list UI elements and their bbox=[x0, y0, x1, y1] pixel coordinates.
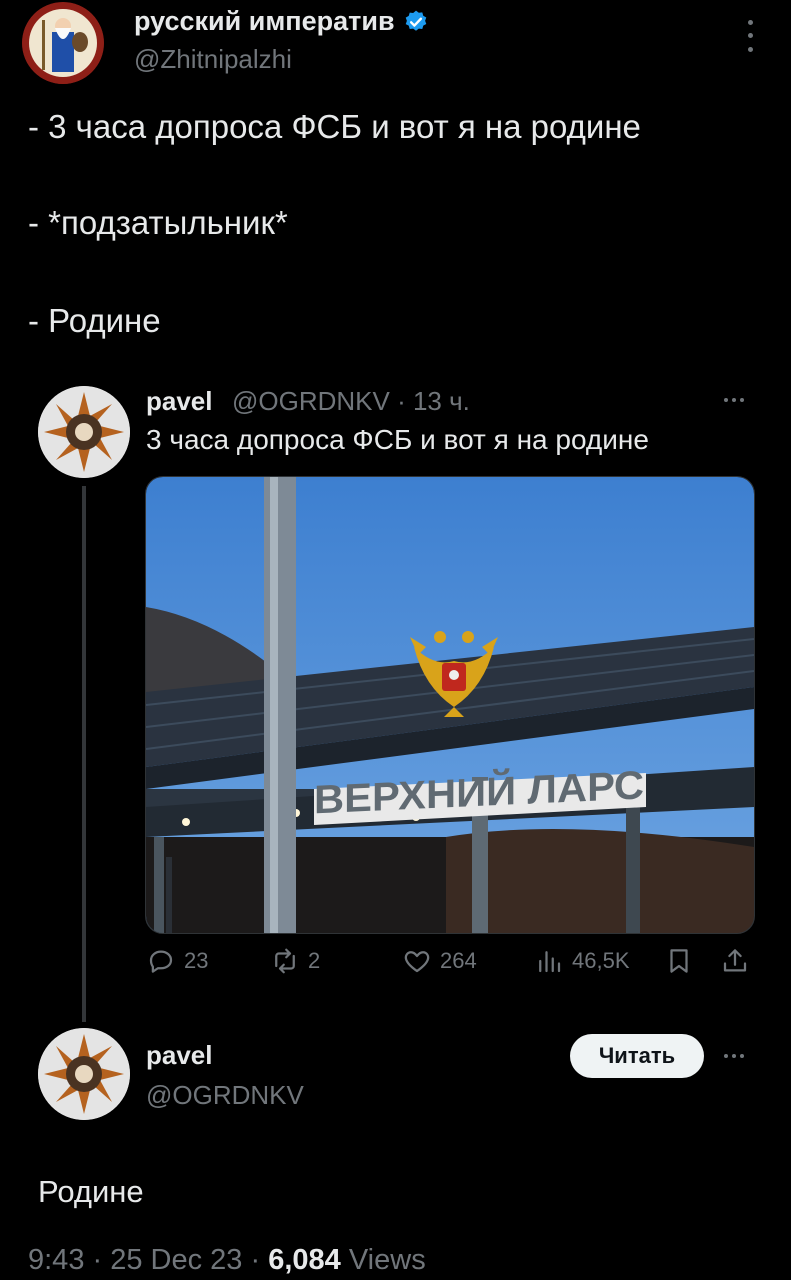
author-handle[interactable]: @Zhitnipalzhi bbox=[134, 44, 292, 75]
tweet-screen: русский императив @Zhitnipalzhi - 3 часа… bbox=[0, 0, 791, 1280]
more-options-icon[interactable] bbox=[738, 16, 762, 56]
quoted-author-name[interactable]: pavel bbox=[146, 386, 213, 417]
quoted-more-icon[interactable] bbox=[724, 398, 744, 402]
like-count: 264 bbox=[440, 948, 477, 973]
action-bar: 23 2 264 46,5K bbox=[146, 946, 756, 986]
reply-action[interactable]: 23 bbox=[146, 946, 208, 976]
reply-author-name[interactable]: pavel bbox=[146, 1040, 213, 1071]
share-icon bbox=[723, 949, 747, 972]
views-chart-icon bbox=[539, 951, 561, 973]
views-count: 46,5K bbox=[572, 948, 630, 973]
post-time[interactable]: 9:43 bbox=[28, 1244, 84, 1276]
reply-count: 23 bbox=[184, 948, 209, 973]
quoted-author-avatar[interactable] bbox=[38, 386, 130, 478]
post-date[interactable]: 25 Dec 23 bbox=[110, 1244, 242, 1276]
thread-line bbox=[82, 486, 86, 1022]
post-line-1: - 3 часа допроса ФСБ и вот я на родине bbox=[28, 108, 641, 145]
views-total: 6,084 bbox=[268, 1244, 341, 1276]
share-action[interactable] bbox=[720, 946, 750, 976]
post-line-2: - *подзатыльник* bbox=[28, 204, 288, 241]
author-avatar[interactable] bbox=[22, 2, 104, 84]
verified-badge-icon bbox=[405, 10, 426, 31]
author-name-row[interactable]: русский императив bbox=[134, 6, 429, 37]
views-label: Views bbox=[348, 1244, 426, 1276]
author-name[interactable]: русский императив bbox=[134, 6, 395, 37]
repost-count: 2 bbox=[308, 948, 321, 973]
read-button[interactable]: Читать bbox=[570, 1034, 704, 1078]
quoted-time: · 13 ч. bbox=[397, 386, 470, 416]
post-metadata: 9:43 · 25 Dec 23 · 6,084 Views bbox=[28, 1244, 426, 1276]
reply-author-avatar[interactable] bbox=[38, 1028, 130, 1120]
reply-author-handle[interactable]: @OGRDNKV bbox=[146, 1080, 304, 1111]
quoted-text: 3 часа допроса ФСБ и вот я на родине bbox=[146, 424, 649, 455]
bookmark-icon bbox=[670, 949, 688, 973]
repost-action[interactable]: 2 bbox=[270, 946, 320, 976]
reply-more-icon[interactable] bbox=[724, 1054, 744, 1058]
views-action[interactable]: 46,5K bbox=[534, 946, 630, 976]
reply-icon bbox=[149, 950, 173, 973]
bookmark-action[interactable] bbox=[664, 946, 694, 976]
like-action[interactable]: 264 bbox=[402, 946, 477, 976]
repost-icon bbox=[275, 948, 295, 974]
post-line-3: - Родине bbox=[28, 302, 161, 339]
heart-icon bbox=[404, 951, 430, 973]
reply-text: Родине bbox=[38, 1174, 144, 1209]
quoted-meta: @OGRDNKV · 13 ч. bbox=[232, 386, 470, 417]
quoted-photo[interactable]: ВЕРХНИЙ ЛАРС bbox=[145, 476, 755, 934]
quoted-author-handle[interactable]: @OGRDNKV bbox=[232, 386, 390, 416]
